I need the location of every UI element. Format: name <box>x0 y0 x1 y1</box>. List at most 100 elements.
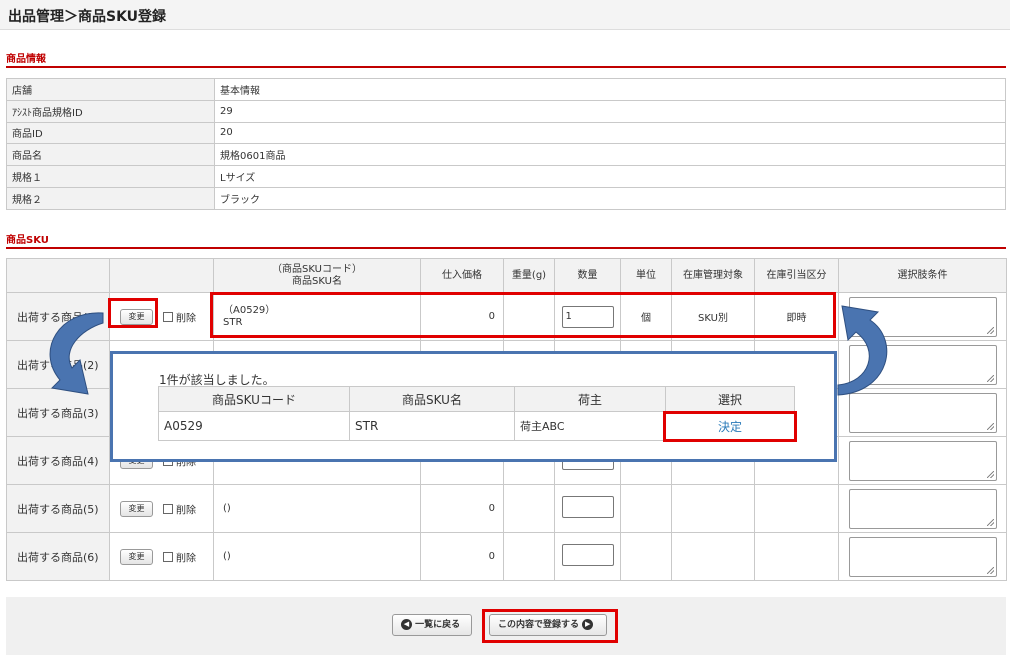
info-label: 商品名 <box>6 143 215 167</box>
option-condition-textarea[interactable] <box>848 344 997 385</box>
delete-checkbox[interactable] <box>163 311 173 322</box>
result-code: A0529 <box>158 411 350 441</box>
delete-label: 削除 <box>176 553 196 564</box>
change-button[interactable]: 変更 <box>120 500 153 517</box>
quantity-input[interactable]: 1 <box>561 305 614 328</box>
result-row: A0529 STR 荷主ABC 決定 <box>158 411 795 441</box>
quantity-cell <box>554 532 621 581</box>
page-title: 出品管理＞商品SKU登録 <box>8 9 167 25</box>
sku-row-label: 出荷する商品(4) <box>6 436 110 485</box>
header-blank <box>109 258 214 293</box>
sku-row-controls: 変更 削除 <box>109 292 214 341</box>
select-link[interactable]: 決定 <box>665 411 795 441</box>
quantity-cell <box>554 484 621 533</box>
option-condition-textarea[interactable] <box>848 440 997 481</box>
sku-code-name: () <box>213 484 421 533</box>
header-stock-target: 在庫管理対象 <box>671 258 755 293</box>
quantity-input[interactable] <box>561 544 614 566</box>
stock-target-cell <box>671 532 755 581</box>
product-info-divider <box>6 66 1006 68</box>
product-info-table: 店舗 基本情報 ｱｼｽﾄ商品規格ID 29 商品ID 20 商品名 規格0601… <box>6 78 1006 210</box>
option-condition-cell <box>838 292 1007 341</box>
unit-cell <box>620 484 672 533</box>
change-button[interactable]: 変更 <box>120 308 153 325</box>
stock-deduction-cell <box>754 484 839 533</box>
header-purchase-price: 仕入価格 <box>420 258 504 293</box>
sku-code-name: （A0529） STR <box>213 292 421 341</box>
resize-grip-icon[interactable] <box>986 374 994 382</box>
info-value: 20 <box>214 121 1006 145</box>
back-label: 一覧に戻る <box>415 620 461 630</box>
sku-section-divider <box>6 247 1006 249</box>
left-arrow-circle-icon: ◀ <box>401 619 412 630</box>
info-row: 店舗 基本情報 <box>6 78 1006 101</box>
quantity-cell: 1 <box>554 292 621 341</box>
purchase-price: 0 <box>420 532 504 581</box>
resize-grip-icon[interactable] <box>986 470 994 478</box>
info-label: 店舗 <box>6 78 215 101</box>
info-value: Lサイズ <box>214 165 1006 188</box>
register-button[interactable]: この内容で登録する ▶ <box>489 614 607 636</box>
sku-row-label: 出荷する商品(3) <box>6 388 110 437</box>
option-condition-cell <box>838 340 1007 389</box>
option-condition-cell <box>838 436 1007 485</box>
resize-grip-icon[interactable] <box>986 566 994 574</box>
result-header-select: 選択 <box>665 386 795 412</box>
info-value: ブラック <box>214 186 1006 210</box>
result-name: STR <box>349 411 515 441</box>
resize-grip-icon[interactable] <box>986 518 994 526</box>
option-condition-textarea[interactable] <box>848 488 997 529</box>
product-info-title: 商品情報 <box>6 54 46 65</box>
option-condition-textarea[interactable] <box>848 392 997 433</box>
sku-section-title: 商品SKU <box>6 235 49 246</box>
header-name: 商品SKU名 <box>292 275 342 287</box>
result-header-owner: 荷主 <box>514 386 666 412</box>
header-weight: 重量(g) <box>503 258 555 293</box>
delete-checkbox[interactable] <box>163 503 173 514</box>
result-header-name: 商品SKU名 <box>349 386 515 412</box>
weight-cell <box>503 292 555 341</box>
option-condition-cell <box>838 532 1007 581</box>
info-value: 29 <box>214 99 1006 123</box>
sku-header-row: （商品SKUコード） 商品SKU名 仕入価格 重量(g) 数量 単位 在庫管理対… <box>6 258 1007 293</box>
result-header-row: 商品SKUコード 商品SKU名 荷主 選択 <box>158 386 795 412</box>
header-unit: 単位 <box>620 258 672 293</box>
change-button[interactable]: 変更 <box>120 548 153 565</box>
info-label: 規格１ <box>6 165 215 188</box>
info-label: 商品ID <box>6 121 215 145</box>
stock-deduction-cell: 即時 <box>754 292 839 341</box>
info-row: 商品ID 20 <box>6 121 1006 145</box>
delete-label: 削除 <box>176 313 196 324</box>
sku-row-controls: 変更 削除 <box>109 484 214 533</box>
option-condition-cell <box>838 388 1007 437</box>
sku-row-label: 出荷する商品(1) <box>6 292 110 341</box>
sku-code: （A0529） <box>223 304 276 316</box>
option-condition-cell <box>838 484 1007 533</box>
option-condition-textarea[interactable] <box>848 296 997 337</box>
weight-cell <box>503 532 555 581</box>
unit-cell <box>620 532 672 581</box>
sku-name: STR <box>223 316 243 328</box>
header-code: （商品SKUコード） <box>272 263 362 275</box>
back-to-list-button[interactable]: ◀ 一覧に戻る <box>392 614 472 636</box>
info-label: ｱｼｽﾄ商品規格ID <box>6 99 215 123</box>
sku-row-controls: 変更 削除 <box>109 532 214 581</box>
resize-grip-icon[interactable] <box>986 422 994 430</box>
delete-checkbox[interactable] <box>163 551 173 562</box>
page-header: 出品管理＞商品SKU登録 <box>0 0 1010 30</box>
header-stock-deduction: 在庫引当区分 <box>754 258 839 293</box>
sku-row: 出荷する商品(1) 変更 削除 （A0529） STR 0 1 個 SKU別 即時 <box>6 292 1007 341</box>
sku-row: 出荷する商品(5) 変更 削除 () 0 <box>6 484 1007 533</box>
resize-grip-icon[interactable] <box>986 326 994 334</box>
sku-row-label: 出荷する商品(2) <box>6 340 110 389</box>
sku-row-label: 出荷する商品(5) <box>6 484 110 533</box>
info-row: 規格２ ブラック <box>6 186 1006 210</box>
option-condition-textarea[interactable] <box>848 536 997 577</box>
delete-label: 削除 <box>176 505 196 516</box>
quantity-input[interactable] <box>561 496 614 518</box>
footer-bar: ◀ 一覧に戻る この内容で登録する ▶ <box>6 597 1006 655</box>
header-blank <box>6 258 110 293</box>
unit-cell: 個 <box>620 292 672 341</box>
weight-cell <box>503 484 555 533</box>
sku-row: 出荷する商品(6) 変更 削除 () 0 <box>6 532 1007 581</box>
